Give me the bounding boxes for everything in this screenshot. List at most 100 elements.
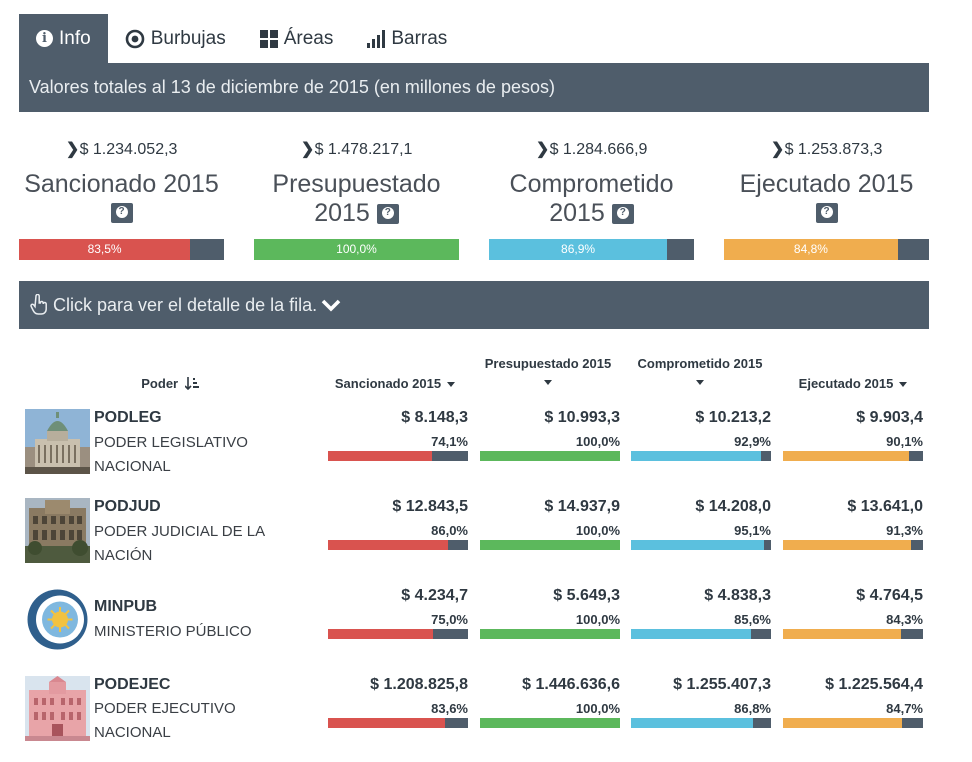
row-name: PODER LEGISLATIVO NACIONAL: [94, 434, 248, 475]
cell-value-presupuestado: $ 14.937,9: [544, 498, 620, 515]
bar-chart-icon: [367, 29, 386, 48]
summary-title: Ejecutado 2015: [739, 170, 914, 198]
info-icon: i: [36, 30, 53, 47]
summary-card-sancionado: ❯$ 1.234.052,3 Sancionado 2015: [19, 138, 224, 223]
cell-percent-sancionado: 74,1%: [431, 434, 468, 449]
cell-percent-ejecutado: 90,1%: [886, 434, 923, 449]
tab-info-label: Info: [59, 27, 91, 49]
progress-fill: 83,5%: [19, 239, 191, 260]
cell-value-presupuestado: $ 1.446.636,6: [522, 676, 620, 693]
chevron-right-icon: ❯: [300, 141, 315, 158]
cell-progress-comprometido: [631, 540, 771, 550]
summary-card-comprometido: ❯$ 1.284.666,9 Comprometido 2015: [489, 138, 694, 228]
chevron-right-icon: ❯: [535, 141, 550, 158]
row-code: PODEJEC: [94, 676, 171, 693]
column-header-presupuestado[interactable]: Presupuestado 2015: [473, 356, 623, 385]
courthouse-building-image: [25, 498, 90, 563]
row-name: MINISTERIO PÚBLICO: [94, 623, 252, 640]
summary-amount: $ 1.284.666,9: [549, 141, 648, 158]
grid-icon: [259, 29, 278, 48]
summary-card-ejecutado: ❯$ 1.253.873,3 Ejecutado 2015: [724, 138, 929, 223]
cell-progress-sancionado: [328, 629, 468, 639]
column-header-comprometido[interactable]: Comprometido 2015: [625, 356, 775, 385]
cell-progress-presupuestado: [480, 629, 620, 639]
chevron-down-icon: [321, 298, 341, 312]
cell-value-sancionado: $ 8.148,3: [401, 409, 468, 426]
cell-value-presupuestado: $ 10.993,3: [544, 409, 620, 426]
row-code: PODLEG: [94, 409, 162, 426]
row-detail-label: Click para ver el detalle de la fila.: [53, 294, 318, 315]
cell-progress-ejecutado: [783, 629, 923, 639]
summary-title: Comprometido 2015: [489, 170, 694, 228]
cell-percent-comprometido: 92,9%: [734, 434, 771, 449]
progress-fill: [783, 451, 910, 461]
caret-down-icon: [696, 380, 704, 385]
tab-barras[interactable]: Barras: [350, 14, 464, 63]
cell-value-sancionado: $ 4.234,7: [401, 587, 468, 604]
progress-fill: [480, 718, 620, 728]
cell-percent-presupuestado: 100,0%: [575, 434, 620, 449]
column-header-poder[interactable]: Poder: [130, 376, 210, 393]
cell-progress-comprometido: [631, 451, 771, 461]
help-icon[interactable]: [815, 203, 838, 223]
cell-progress-ejecutado: [783, 718, 923, 728]
cell-percent-ejecutado: 91,3%: [886, 523, 923, 538]
progress-fill: [328, 540, 449, 550]
summary-progress-ejecutado: 84,8%: [724, 239, 929, 260]
totals-title: Valores totales al 13 de diciembre de 20…: [29, 77, 555, 97]
cell-value-sancionado: $ 1.208.825,8: [370, 676, 468, 693]
column-header-sancionado[interactable]: Sancionado 2015: [320, 376, 470, 391]
progress-fill: [631, 451, 762, 461]
tab-areas[interactable]: Áreas: [243, 14, 351, 63]
tab-barras-label: Barras: [391, 27, 448, 49]
cell-percent-presupuestado: 100,0%: [575, 523, 620, 538]
progress-fill: 100,0%: [254, 239, 459, 260]
cell-percent-sancionado: 75,0%: [431, 612, 468, 627]
cell-value-ejecutado: $ 4.764,5: [856, 587, 923, 604]
tab-burbujas[interactable]: Burbujas: [108, 14, 243, 63]
tab-bar: i Info Burbujas Áreas Barras: [19, 14, 464, 63]
cell-progress-presupuestado: [480, 540, 620, 550]
pointing-hand-icon: [29, 294, 49, 316]
cell-progress-sancionado: [328, 540, 468, 550]
summary-progress-presupuestado: 100,0%: [254, 239, 459, 260]
progress-fill: [328, 718, 446, 728]
cell-percent-sancionado: 86,0%: [431, 523, 468, 538]
tab-burbujas-label: Burbujas: [150, 27, 226, 49]
row-code: PODJUD: [94, 498, 161, 515]
cell-percent-comprometido: 85,6%: [734, 612, 771, 627]
progress-fill: [783, 629, 902, 639]
cell-percent-comprometido: 95,1%: [734, 523, 771, 538]
progress-fill: [480, 629, 620, 639]
casa-rosada-building-image: [25, 676, 90, 741]
sort-ascending-icon: [184, 376, 199, 393]
progress-fill: [631, 629, 751, 639]
progress-fill: [480, 540, 620, 550]
help-icon[interactable]: [611, 204, 634, 225]
row-name: PODER JUDICIAL DE LA NACIÓN: [94, 523, 265, 564]
cell-percent-ejecutado: 84,3%: [886, 612, 923, 627]
progress-fill: 84,8%: [724, 239, 898, 260]
cell-percent-comprometido: 86,8%: [734, 701, 771, 716]
tab-info[interactable]: i Info: [19, 14, 108, 63]
row-code: MINPUB: [94, 598, 158, 615]
summary-progress-sancionado: 83,5%: [19, 239, 224, 260]
cell-progress-ejecutado: [783, 451, 923, 461]
row-detail-toggle[interactable]: Click para ver el detalle de la fila.: [19, 281, 929, 329]
progress-fill: [783, 540, 911, 550]
progress-fill: [631, 718, 753, 728]
cell-percent-presupuestado: 100,0%: [575, 612, 620, 627]
progress-fill: [480, 451, 620, 461]
progress-fill: [328, 629, 433, 639]
cell-percent-sancionado: 83,6%: [431, 701, 468, 716]
congress-building-image: [25, 409, 90, 474]
cell-value-ejecutado: $ 1.225.564,4: [825, 676, 923, 693]
cell-progress-presupuestado: [480, 718, 620, 728]
column-header-ejecutado[interactable]: Ejecutado 2015: [778, 376, 928, 391]
help-icon[interactable]: [376, 204, 399, 225]
cell-value-presupuestado: $ 5.649,3: [553, 587, 620, 604]
ministerio-publico-logo-image: [25, 587, 90, 652]
help-icon[interactable]: [110, 203, 133, 223]
cell-progress-comprometido: [631, 718, 771, 728]
caret-down-icon: [447, 382, 456, 388]
